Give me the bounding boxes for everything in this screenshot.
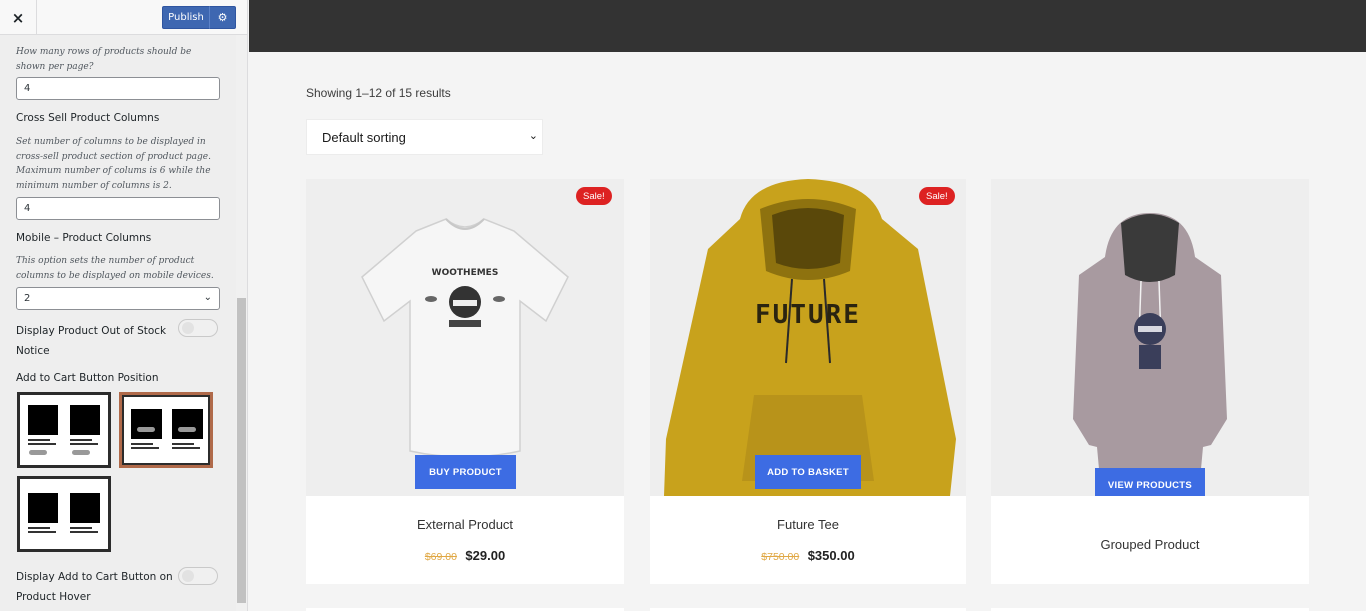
out-of-stock-toggle[interactable] — [178, 319, 218, 337]
sale-price: $29.00 — [465, 548, 506, 563]
cart-position-option-3[interactable] — [17, 476, 111, 552]
sorting-select[interactable]: Default sorting ⌄ — [306, 119, 543, 155]
close-icon[interactable]: × — [0, 0, 37, 35]
layout-block — [70, 493, 100, 523]
cart-position-option-2[interactable] — [119, 392, 213, 468]
hoodie-print-text: FUTURE — [755, 300, 861, 330]
cross-sell-title: Cross Sell Product Columns — [16, 112, 160, 124]
grey-hoodie-image — [1073, 213, 1227, 469]
layout-line — [28, 531, 56, 533]
mobile-columns-select[interactable]: 2 ⌄ — [16, 287, 220, 310]
scrollbar-thumb[interactable] — [237, 298, 246, 603]
publish-button[interactable]: Publish — [162, 6, 210, 29]
layout-line — [172, 447, 200, 449]
layout-line — [131, 447, 159, 449]
sidebar-scrollbar[interactable] — [236, 35, 247, 611]
view-products-button[interactable]: VIEW PRODUCTS — [1095, 468, 1205, 496]
layout-button — [72, 450, 90, 455]
cross-sell-description: Set number of columns to be displayed in… — [16, 137, 211, 191]
mobile-columns-description: This option sets the number of product c… — [16, 256, 214, 281]
results-count: Showing 1–12 of 15 results — [306, 86, 451, 100]
product-price: $69.00 $29.00 — [306, 547, 624, 565]
site-header — [249, 0, 1366, 52]
product-image[interactable]: FUTURE Sale! ADD TO BASKET — [650, 179, 966, 496]
layout-line — [70, 527, 92, 529]
product-card[interactable]: VIEW PRODUCTS Grouped Product — [991, 179, 1309, 584]
product-card[interactable]: FUTURE Sale! ADD TO BASKET Future Tee $7… — [650, 179, 966, 584]
old-price: $69.00 — [424, 551, 457, 563]
white-tshirt-image: WOOTHEMES — [361, 218, 569, 458]
layout-block — [28, 493, 58, 523]
sale-price: $350.00 — [807, 548, 855, 563]
rows-input[interactable]: 4 — [16, 77, 220, 100]
mobile-columns-title: Mobile – Product Columns — [16, 232, 152, 244]
layout-block — [131, 409, 162, 439]
product-image[interactable]: VIEW PRODUCTS — [991, 179, 1309, 496]
layout-line — [131, 443, 153, 445]
layout-line — [28, 439, 50, 441]
product-title[interactable]: Future Tee — [650, 517, 966, 532]
product-price: $750.00 $350.00 — [650, 547, 966, 565]
add-to-basket-button[interactable]: ADD TO BASKET — [755, 455, 861, 489]
product-title[interactable]: Grouped Product — [991, 537, 1309, 552]
layout-line — [70, 443, 98, 445]
cart-hover-label: Display Add to Cart Button on Product Ho… — [16, 571, 173, 603]
buy-product-button[interactable]: BUY PRODUCT — [415, 455, 516, 489]
layout-line — [70, 531, 98, 533]
chevron-down-icon: ⌄ — [528, 130, 538, 142]
layout-block — [70, 405, 100, 435]
layout-block — [28, 405, 58, 435]
cart-hover-toggle[interactable] — [178, 567, 218, 585]
layout-block — [172, 409, 203, 439]
layout-line — [172, 443, 194, 445]
cross-sell-input[interactable]: 4 — [16, 197, 220, 220]
gear-icon[interactable]: ⚙ — [210, 6, 236, 29]
layout-button — [178, 427, 196, 432]
out-of-stock-label: Display Product Out of Stock Notice — [16, 325, 167, 357]
sale-badge: Sale! — [919, 187, 955, 205]
customizer-controls: How many rows of products should be show… — [0, 36, 236, 611]
cart-position-option-1[interactable] — [17, 392, 111, 468]
layout-line — [28, 527, 50, 529]
cart-position-title: Add to Cart Button Position — [16, 372, 159, 384]
old-price: $750.00 — [761, 551, 800, 563]
layout-button — [29, 450, 47, 455]
layout-line — [28, 443, 56, 445]
sale-badge: Sale! — [576, 187, 612, 205]
product-title[interactable]: External Product — [306, 517, 624, 532]
layout-line — [70, 439, 92, 441]
yellow-hoodie-image: FUTURE — [664, 179, 956, 496]
customizer-header: × Publish ⚙ — [0, 0, 247, 35]
product-card[interactable]: WOOTHEMES Sale! BUY PRODUCT External Pro… — [306, 179, 624, 584]
rows-description: How many rows of products should be show… — [16, 47, 192, 72]
sorting-value: Default sorting — [322, 130, 406, 145]
customizer-sidebar: × Publish ⚙ How many rows of products sh… — [0, 0, 248, 611]
layout-button — [137, 427, 155, 432]
mobile-columns-value: 2 — [24, 293, 31, 304]
chevron-down-icon: ⌄ — [203, 292, 212, 303]
product-image[interactable]: WOOTHEMES Sale! BUY PRODUCT — [306, 179, 624, 496]
publish-group: Publish ⚙ — [162, 6, 236, 29]
tshirt-print-text: WOOTHEMES — [432, 268, 499, 278]
